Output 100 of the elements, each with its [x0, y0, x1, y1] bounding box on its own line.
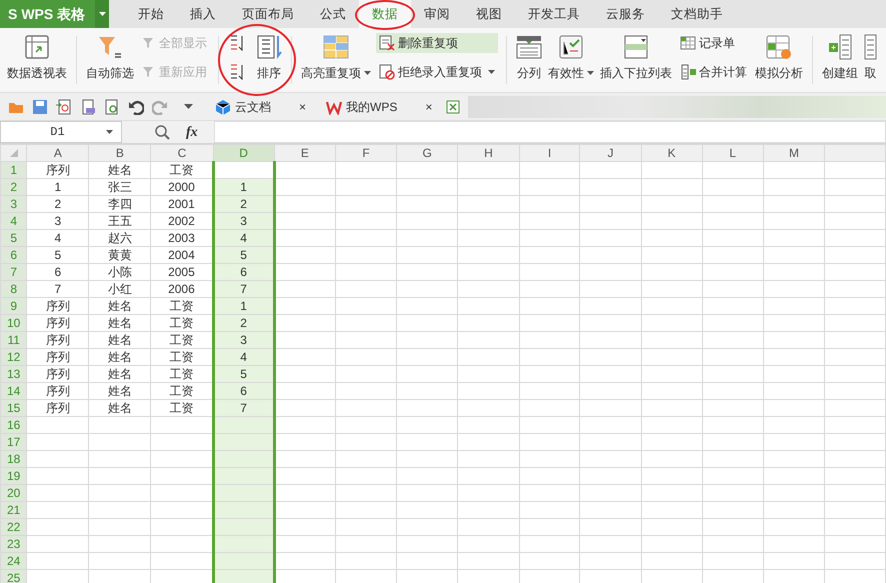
column-header[interactable]: C: [150, 144, 214, 162]
customize-toolbar-button[interactable]: [184, 104, 193, 109]
table-cell: 1: [213, 298, 274, 314]
ribbon-button[interactable]: 合并计算: [677, 62, 750, 82]
ribbon-button[interactable]: 模拟分析: [752, 28, 806, 92]
table-cell: 3: [213, 212, 274, 230]
toolbar-button[interactable]: [80, 98, 96, 114]
menu-tab[interactable]: 数据: [359, 0, 411, 28]
ribbon-button[interactable]: 记录单: [677, 33, 750, 53]
table-cell: 4: [26, 230, 89, 246]
name-box[interactable]: D1: [0, 121, 122, 143]
table-cell: 5: [213, 246, 274, 264]
close-button[interactable]: ×: [299, 98, 306, 116]
column-header[interactable]: H: [458, 144, 520, 162]
zoom-button[interactable]: [154, 124, 170, 140]
filter-icon: [142, 65, 156, 79]
form-icon: [680, 35, 696, 51]
ribbon-button[interactable]: 分列: [513, 28, 545, 92]
formula-input[interactable]: [214, 121, 886, 143]
ribbon-button[interactable]: 高亮重复项: [298, 28, 374, 92]
export-pdf-icon: [56, 98, 72, 114]
column-header[interactable]: M: [763, 144, 825, 162]
sort-icon: [256, 34, 282, 60]
function-button[interactable]: fx: [186, 122, 198, 142]
column-header[interactable]: E: [274, 144, 336, 162]
checklist-icon: [558, 34, 584, 60]
table-cell: 2: [26, 196, 89, 212]
pivot-table-icon: [24, 34, 50, 60]
column-header[interactable]: L: [702, 144, 764, 162]
table-cell: 6: [26, 264, 89, 280]
caret-icon: [184, 104, 193, 109]
menu-tab[interactable]: 文档助手: [658, 0, 736, 28]
column-header[interactable]: K: [641, 144, 702, 162]
table-cell: 5: [213, 366, 274, 382]
column-header[interactable]: I: [519, 144, 580, 162]
ribbon-button[interactable]: 删除重复项: [376, 33, 498, 53]
toolbar-button[interactable]: [128, 98, 144, 114]
caret-icon: [98, 12, 106, 16]
table-cell: 序列: [26, 348, 89, 366]
table-cell: 张三: [88, 178, 151, 196]
dropdown-list-icon: [623, 34, 649, 60]
table-cell: 序列: [26, 382, 89, 400]
app-title: WPS 表格: [21, 4, 86, 24]
ribbon-button[interactable]: 排序: [253, 28, 285, 92]
tab-label: 云文档: [235, 98, 271, 116]
menu-tab[interactable]: 视图: [463, 0, 515, 28]
column-header[interactable]: F: [335, 144, 397, 162]
menu-tab[interactable]: 公式: [307, 0, 359, 28]
table-cell: 4: [213, 230, 274, 246]
app-menu-button[interactable]: [95, 0, 109, 28]
table-grid-icon: [323, 34, 349, 60]
table-cell: 5: [26, 246, 89, 264]
caret-icon: [587, 71, 594, 75]
ribbon-button[interactable]: 取: [861, 28, 880, 92]
table-cell: 2: [213, 196, 274, 212]
table-cell: 赵六: [88, 230, 151, 246]
list-icon: [864, 34, 877, 60]
table-cell: 小陈: [88, 264, 151, 280]
menu-tab[interactable]: 云服务: [593, 0, 658, 28]
table-cell: 姓名: [88, 314, 151, 332]
caret-icon: [364, 71, 371, 75]
column-header[interactable]: A: [26, 144, 89, 162]
ribbon-button[interactable]: 拒绝录入重复项: [376, 62, 498, 82]
filter-icon: [97, 34, 123, 60]
document-tab[interactable]: 我的WPS ×: [320, 98, 438, 116]
ribbon-button[interactable]: 有效性: [545, 28, 597, 92]
toolbar-button[interactable]: [56, 98, 72, 114]
table-cell: 小红: [88, 280, 151, 298]
column-header[interactable]: J: [580, 144, 642, 162]
menu-tab[interactable]: 开发工具: [515, 0, 593, 28]
filter-icon: [142, 36, 156, 50]
menu-tab[interactable]: 页面布局: [229, 0, 307, 28]
toolbar-button[interactable]: [104, 98, 120, 114]
group-icon: [827, 34, 853, 60]
column-header[interactable]: B: [88, 144, 151, 162]
split-column-icon: [516, 34, 542, 60]
ribbon-button[interactable]: 自动筛选: [83, 28, 137, 92]
spreadsheet-icon: [446, 100, 460, 114]
document-tab[interactable]: 云文档 ×: [209, 98, 312, 116]
menu-tab[interactable]: 审阅: [411, 0, 463, 28]
menu-tab[interactable]: 插入: [177, 0, 229, 28]
table-cell: 3: [213, 332, 274, 348]
table-cell: 姓名: [88, 162, 151, 178]
menu-tab[interactable]: 开始: [125, 0, 177, 28]
column-header[interactable]: G: [396, 144, 458, 162]
remove-duplicates-icon: [379, 35, 395, 51]
close-button[interactable]: ×: [425, 98, 432, 116]
table-cell: 姓名: [88, 298, 151, 314]
table-cell: 6: [213, 264, 274, 280]
triangle-icon: [10, 149, 18, 158]
table-cell: 序列: [26, 332, 89, 348]
tab-label: 我的WPS: [346, 98, 398, 116]
consolidate-icon: [680, 64, 696, 80]
ribbon-button[interactable]: 数据透视表: [4, 28, 70, 92]
table-cell: 李四: [88, 196, 151, 212]
table-cell: 7: [26, 280, 89, 298]
ribbon-button[interactable]: 创建组: [819, 28, 861, 92]
ribbon-button[interactable]: 插入下拉列表: [597, 28, 675, 92]
caret-icon: [106, 130, 113, 134]
table-cell: 1: [26, 178, 89, 196]
